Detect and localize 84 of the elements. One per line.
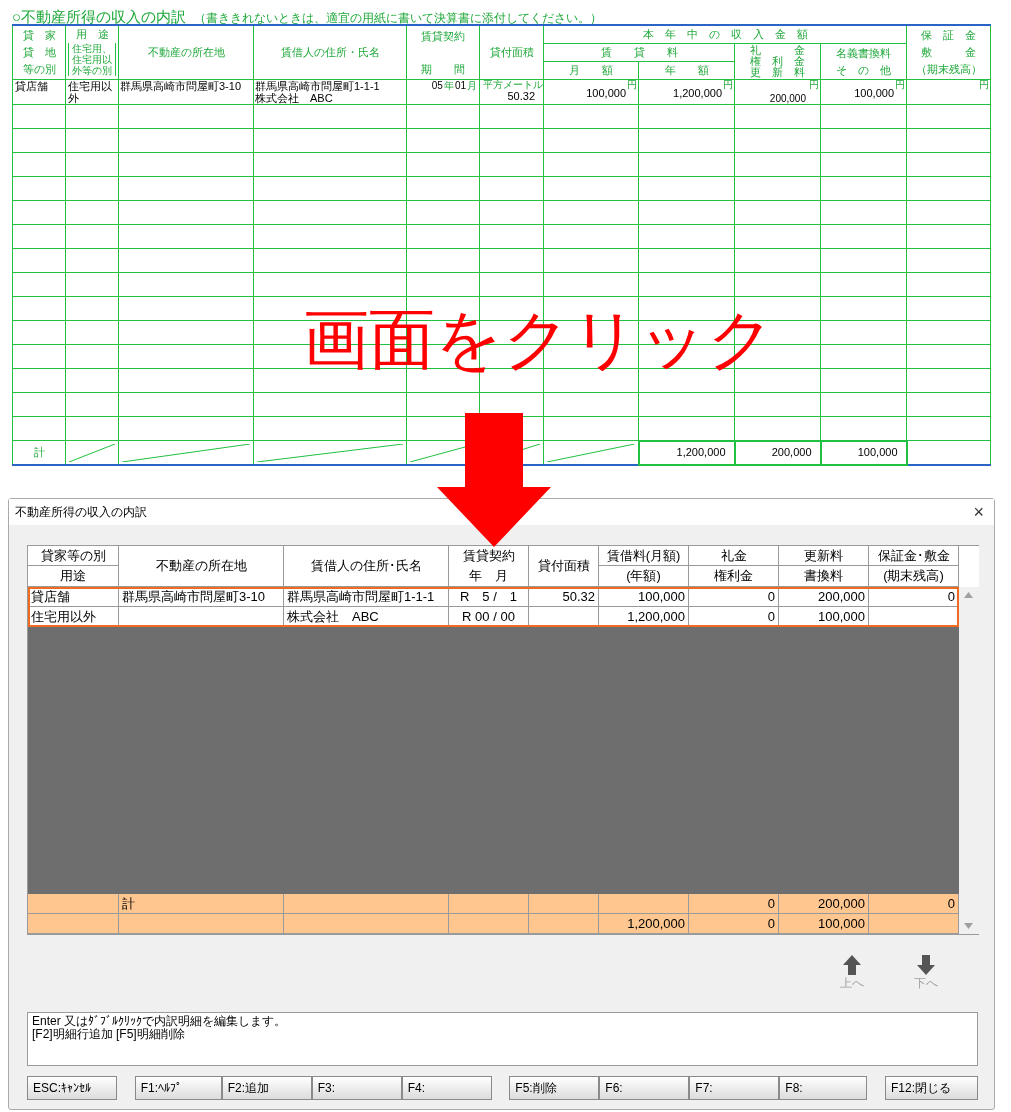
unit-label: 円	[723, 80, 733, 90]
function-key-button[interactable]: F3:	[311, 1076, 402, 1100]
function-key-button[interactable]: F5:削除	[509, 1076, 600, 1100]
year-mark: 年	[443, 80, 454, 92]
column-header: 用 途	[74, 27, 110, 42]
total-cell: 200,000	[734, 440, 821, 465]
table-cell: 100,000	[779, 914, 869, 934]
unit-label: 平方メートル	[482, 80, 543, 90]
total-label: 計	[12, 440, 66, 465]
column-header: 賃 貸 料	[543, 43, 735, 62]
message-text: Enter 又はﾀﾞﾌﾞﾙｸﾘｯｸで内訳明細を編集します。	[32, 1015, 287, 1028]
unit-label: 円	[895, 80, 905, 90]
column-header: そ の 他	[835, 62, 892, 78]
column-header: 本 年 中 の 収 入 金 額	[543, 25, 907, 44]
function-key-button[interactable]: F8:	[779, 1076, 868, 1100]
total-cell: 1,200,000	[638, 440, 735, 465]
month-mark: 月	[467, 80, 477, 92]
lessee-line: 群馬県高崎市問屋町1-1-1	[255, 80, 381, 92]
function-key-button[interactable]: F12:閉じる	[884, 1076, 978, 1100]
column-header: 敷 金	[920, 45, 977, 60]
column-header: 不動産の所在地	[118, 25, 254, 80]
column-header: 等の別	[21, 62, 57, 77]
column-header: (期末残高)	[869, 566, 959, 587]
column-header: 貸 地	[21, 45, 57, 60]
column-header: 権利金	[689, 566, 779, 587]
column-header: 礼金	[689, 546, 779, 566]
table-cell: 住宅用以外	[65, 79, 119, 105]
function-key-button[interactable]: F4:	[401, 1076, 492, 1100]
column-header: 保証金･敷金	[869, 546, 959, 566]
month-value: 01	[454, 80, 466, 92]
table-cell: 0	[689, 914, 779, 934]
close-button[interactable]: ×	[969, 503, 988, 521]
column-header: 賃借人の住所・氏名	[253, 25, 407, 80]
column-header: 貸付面積	[479, 25, 544, 80]
column-header: 名義書換料	[835, 45, 892, 61]
unit-label: 円	[979, 80, 989, 90]
column-header: 期 間	[420, 61, 466, 77]
function-key-button[interactable]: F1:ﾍﾙﾌﾟ	[134, 1076, 222, 1100]
scroll-up-icon[interactable]	[964, 592, 973, 598]
unit-label: 円	[627, 80, 637, 90]
table-cell: 1,200,000	[673, 87, 722, 99]
lessee-line: 株式会社 ABC	[255, 92, 334, 104]
function-key-button[interactable]: F6:	[599, 1076, 690, 1100]
column-header: 用途	[28, 566, 119, 587]
column-note: 住宅用、住宅用以外等の別	[68, 43, 116, 76]
year-value: 05	[431, 80, 443, 92]
unit-label: 円	[809, 80, 819, 90]
total-cell: 100,000	[820, 440, 907, 465]
diagonal-line	[69, 444, 115, 462]
table-cell-text: 50.32	[506, 90, 536, 102]
table-cell: 100,000	[854, 87, 894, 99]
function-key-button[interactable]: ESC:ｷｬﾝｾﾙ	[27, 1076, 117, 1100]
function-key-button[interactable]: F7:	[689, 1076, 780, 1100]
down-arrow-icon	[437, 413, 551, 547]
column-header: 更 新 料	[749, 67, 806, 78]
scroll-down-icon[interactable]	[964, 923, 973, 929]
table-cell: 貸店舗	[12, 79, 66, 105]
message-text: [F2]明細行追加 [F5]明細削除	[32, 1028, 186, 1041]
table-cell: 100,000	[586, 87, 626, 99]
column-header: 書換料	[779, 566, 869, 587]
column-header: 月 額	[543, 61, 639, 80]
column-header: 不動産の所在地	[119, 546, 284, 587]
form-title: ○不動産所得の収入の内訳	[12, 9, 187, 24]
column-header: (年額)	[599, 566, 689, 587]
column-header: 賃借人の住所･氏名	[284, 546, 449, 587]
column-header: 保 証 金	[920, 28, 977, 43]
column-header: 更新料	[779, 546, 869, 566]
table-cell: 1,200,000	[599, 914, 689, 934]
column-header: 賃借料(月額)	[599, 546, 689, 566]
record-row[interactable]: 貸店舗 群馬県高崎市問屋町3-10 群馬県高崎市問屋町1-1-1 R 5 / 1 50.32 100,000 0 200,000 0 住宅用以外 株式会社 ABC R 00 / 00 1,200,000 0 100,000	[28, 587, 959, 627]
column-header: 権 利 金	[749, 56, 806, 67]
function-key-button[interactable]: F2:追加	[221, 1076, 312, 1100]
table-cell: 群馬県高崎市問屋町3-10	[118, 79, 254, 105]
column-header: 貸付面積	[529, 546, 599, 587]
column-header: （期末残高）	[914, 62, 983, 77]
column-header: 貸 家	[21, 28, 57, 43]
column-header: 賃貸契約	[462, 547, 515, 565]
column-header: 賃貸契約	[420, 28, 466, 44]
form-note: （書ききれないときは、適宜の用紙に書いて決算書に添付してください。）	[194, 12, 603, 24]
column-header: 礼 金	[749, 45, 806, 56]
column-header: 年 月	[469, 567, 508, 585]
table-cell: 200,000	[769, 94, 806, 104]
column-header: 貸家等の別	[28, 546, 119, 566]
dialog-title: 不動産所得の収入の内訳	[15, 504, 147, 521]
